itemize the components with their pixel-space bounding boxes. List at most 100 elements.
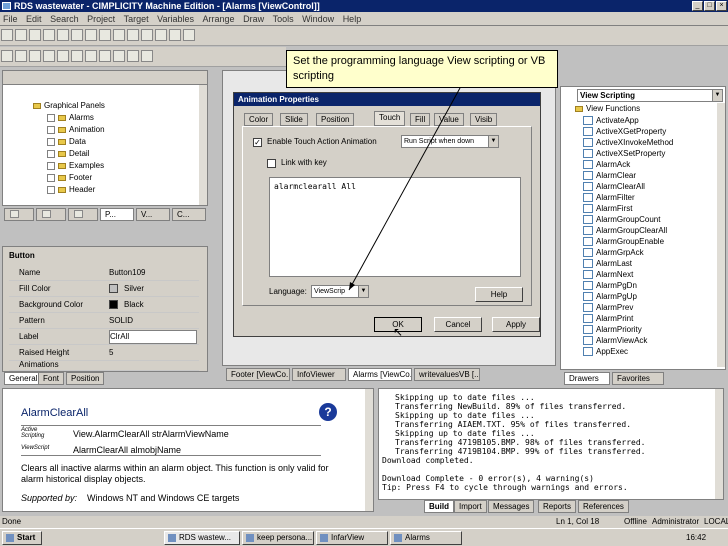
line-icon[interactable] xyxy=(15,50,27,62)
tab-font[interactable]: Font xyxy=(38,372,65,385)
ungroup-icon[interactable] xyxy=(141,50,153,62)
tab-fill[interactable]: Fill xyxy=(410,113,431,126)
online-icon[interactable] xyxy=(183,29,195,41)
task-alarms[interactable]: Alarms xyxy=(390,531,462,545)
menu-arrange[interactable]: Arrange xyxy=(200,14,238,24)
save-icon[interactable] xyxy=(29,29,41,41)
menu-search[interactable]: Search xyxy=(47,14,82,24)
tab-position-anim[interactable]: Position xyxy=(316,113,355,126)
tree-item-header[interactable]: Header xyxy=(47,185,95,194)
menu-draw[interactable]: Draw xyxy=(240,14,267,24)
prop-row-background-color[interactable]: Background Color Black xyxy=(9,297,199,313)
bitmap-icon[interactable] xyxy=(99,50,111,62)
rect-icon[interactable] xyxy=(29,50,41,62)
tree-item-alarms[interactable]: Alarms xyxy=(47,113,94,122)
list-item[interactable]: AlarmGroupClearAll xyxy=(583,226,667,235)
start-button[interactable]: Start xyxy=(2,531,42,545)
script-editor[interactable]: alarmclearall All xyxy=(269,177,521,277)
tab-left-2[interactable] xyxy=(36,208,66,221)
list-item[interactable]: AlarmFilter xyxy=(583,193,635,202)
menu-project[interactable]: Project xyxy=(84,14,118,24)
tab-general[interactable]: General xyxy=(4,372,43,385)
list-item[interactable]: AlarmViewAck xyxy=(583,336,647,345)
button-tool-icon[interactable] xyxy=(85,50,97,62)
apply-button[interactable]: Apply xyxy=(492,317,540,332)
tree-item-detail[interactable]: Detail xyxy=(47,149,89,158)
list-item[interactable]: AlarmGroupCount xyxy=(583,215,660,224)
menu-edit[interactable]: Edit xyxy=(23,14,45,24)
tree-item-footer[interactable]: Footer xyxy=(47,173,92,182)
close-icon[interactable]: × xyxy=(716,1,727,11)
prop-row-name[interactable]: Name Button109 xyxy=(9,265,199,281)
help-button[interactable]: Help xyxy=(475,287,523,302)
list-item[interactable]: ActiveXSetProperty xyxy=(583,149,665,158)
view-functions-root[interactable]: View Functions xyxy=(575,104,640,113)
list-item[interactable]: ActiveXInvokeMethod xyxy=(583,138,673,147)
list-item[interactable]: AlarmGrpAck xyxy=(583,248,644,257)
doc-tab-infoviewer[interactable]: InfoViewer xyxy=(292,368,346,381)
action-combo[interactable]: Run Script when down ▼ xyxy=(401,135,499,148)
prop-row-fill-color[interactable]: Fill Color Silver xyxy=(9,281,199,297)
cancel-button[interactable]: Cancel xyxy=(434,317,482,332)
paste-icon[interactable] xyxy=(113,29,125,41)
find-icon[interactable] xyxy=(141,29,153,41)
list-item[interactable]: AlarmPgDn xyxy=(583,281,637,290)
tree-item-examples[interactable]: Examples xyxy=(47,161,104,170)
redo-icon[interactable] xyxy=(71,29,83,41)
list-item[interactable]: AlarmPgUp xyxy=(583,292,637,301)
list-item[interactable]: AppExec xyxy=(583,347,628,356)
tab-slide[interactable]: Slide xyxy=(280,113,308,126)
list-item[interactable]: AlarmClear xyxy=(583,171,636,180)
tab-color[interactable]: Color xyxy=(244,113,274,126)
copy-icon[interactable] xyxy=(99,29,111,41)
list-item[interactable]: AlarmFirst xyxy=(583,204,632,213)
tab-reports[interactable]: Reports xyxy=(538,500,577,513)
chevron-down-icon[interactable]: ▼ xyxy=(488,136,498,147)
tab-left-3[interactable] xyxy=(68,208,98,221)
link-key-checkbox[interactable] xyxy=(267,159,276,168)
menu-file[interactable]: File xyxy=(0,14,21,24)
build-icon[interactable] xyxy=(155,29,167,41)
list-item[interactable]: ActiveXGetProperty xyxy=(583,127,666,136)
tab-left-c[interactable]: C... xyxy=(172,208,206,221)
tree-item-animation[interactable]: Animation xyxy=(47,125,105,134)
tab-build[interactable]: Build xyxy=(424,500,454,513)
function-list-scrollbar[interactable] xyxy=(717,103,725,367)
text-icon[interactable] xyxy=(71,50,83,62)
enable-touch-checkbox[interactable]: ✓ xyxy=(253,138,262,147)
doc-tab-writevalues[interactable]: writevaluesVB [... xyxy=(414,368,480,381)
tab-references[interactable]: References xyxy=(578,500,629,513)
menu-target[interactable]: Target xyxy=(121,14,152,24)
group-icon[interactable] xyxy=(127,50,139,62)
tab-left-p[interactable]: P... xyxy=(100,208,134,221)
menu-help[interactable]: Help xyxy=(340,14,365,24)
tree-item-data[interactable]: Data xyxy=(47,137,86,146)
maximize-icon[interactable]: □ xyxy=(704,1,715,11)
prop-row-animations[interactable]: Animations xyxy=(9,359,199,371)
task-keep-personal[interactable]: keep persona... xyxy=(242,531,314,545)
task-rds[interactable]: RDS wastew... xyxy=(164,531,240,545)
prop-value[interactable]: ClrAll xyxy=(109,330,197,344)
tree-scrollbar[interactable] xyxy=(199,85,207,205)
language-combo[interactable]: ViewScrip ▼ xyxy=(311,285,369,298)
list-item[interactable]: ActivateApp xyxy=(583,116,639,125)
tab-import[interactable]: Import xyxy=(454,500,487,513)
doc-tab-alarms[interactable]: Alarms [ViewCo... xyxy=(348,368,412,381)
tab-touch[interactable]: Touch xyxy=(374,111,406,126)
doc-tab-footer[interactable]: Footer [ViewCo... xyxy=(226,368,290,381)
list-item[interactable]: AlarmAck xyxy=(583,160,630,169)
download-icon[interactable] xyxy=(169,29,181,41)
cut-icon[interactable] xyxy=(85,29,97,41)
list-item[interactable]: AlarmPrint xyxy=(583,314,633,323)
scripting-combo[interactable]: View Scripting ▼ xyxy=(577,89,723,102)
list-item[interactable]: AlarmGroupEnable xyxy=(583,237,664,246)
menu-variables[interactable]: Variables xyxy=(154,14,197,24)
output-scrollbar[interactable] xyxy=(715,389,723,499)
ellipse-icon[interactable] xyxy=(43,50,55,62)
list-item[interactable]: AlarmClearAll xyxy=(583,182,645,191)
open-icon[interactable] xyxy=(15,29,27,41)
tab-left-1[interactable] xyxy=(4,208,34,221)
undo-icon[interactable] xyxy=(57,29,69,41)
print-icon[interactable] xyxy=(43,29,55,41)
menu-tools[interactable]: Tools xyxy=(270,14,297,24)
